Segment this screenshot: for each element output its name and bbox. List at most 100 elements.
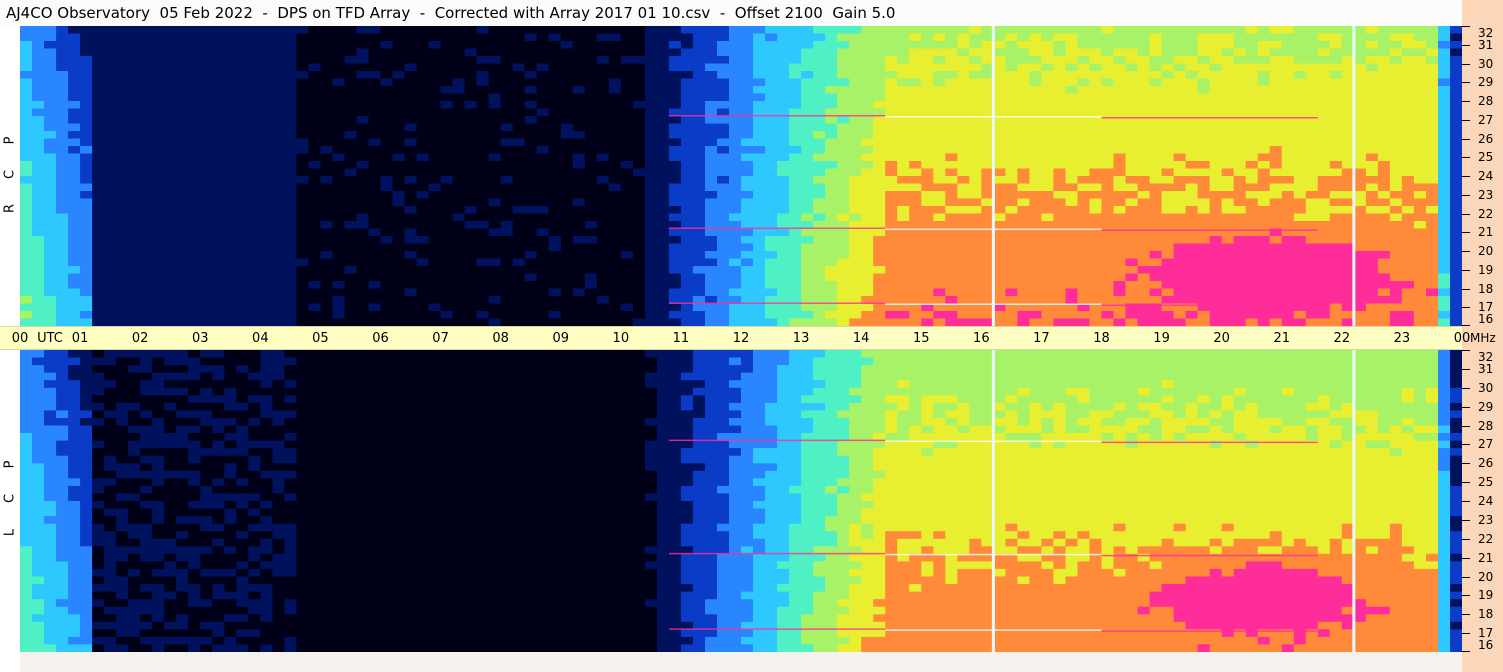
spectrogram-cell bbox=[909, 48, 922, 57]
spectrogram-cell bbox=[1113, 183, 1127, 192]
spectrogram-cell bbox=[921, 48, 934, 57]
spectrogram-cell bbox=[356, 123, 370, 132]
spectrogram-cell bbox=[620, 296, 634, 305]
spectrogram-cell bbox=[993, 236, 1006, 245]
spectrogram-cell bbox=[789, 71, 802, 80]
utc-tick-label: 19 bbox=[1153, 331, 1170, 346]
spectrogram-cell bbox=[296, 213, 309, 222]
spectrogram-cell bbox=[1233, 101, 1247, 110]
spectrogram-cell bbox=[1269, 78, 1283, 87]
spectrogram-cell bbox=[1125, 131, 1139, 140]
spectrogram-cell bbox=[1413, 288, 1427, 297]
spectrogram-cell bbox=[620, 243, 634, 252]
spectrogram-cell bbox=[92, 206, 105, 215]
spectrogram-cell bbox=[500, 303, 514, 312]
spectrogram-cell bbox=[560, 41, 574, 50]
spectrogram-cell bbox=[44, 576, 57, 585]
spectrogram-cell bbox=[945, 26, 958, 35]
spectrogram-cell bbox=[512, 318, 526, 326]
spectrogram-cell bbox=[1281, 138, 1295, 147]
spectrogram-cell bbox=[692, 258, 706, 267]
spectrogram-cell bbox=[20, 138, 33, 147]
spectrogram-cell bbox=[1293, 146, 1307, 155]
spectrogram-cell bbox=[692, 251, 706, 260]
spectrogram-cell bbox=[296, 266, 309, 275]
spectrogram-cell bbox=[957, 71, 970, 80]
spectrogram-cell bbox=[1077, 243, 1091, 252]
spectrogram-cell bbox=[356, 281, 370, 290]
spectrogram-cell bbox=[284, 318, 297, 326]
spectrogram-cell bbox=[1413, 228, 1427, 237]
spectrogram-cell bbox=[20, 485, 33, 495]
spectrogram-cell bbox=[849, 183, 862, 192]
spectrogram-cell bbox=[392, 131, 406, 140]
spectrogram-cell bbox=[404, 63, 418, 72]
spectrogram-cell bbox=[789, 206, 802, 215]
spectrogram-cell bbox=[20, 418, 33, 427]
spectrogram-cell bbox=[717, 243, 730, 252]
spectrogram-cell bbox=[1401, 123, 1415, 132]
spectrogram-cell bbox=[1233, 281, 1247, 290]
spectrogram-cell bbox=[56, 440, 69, 449]
spectrogram-cell bbox=[1029, 93, 1042, 102]
spectrogram-cell bbox=[885, 243, 898, 252]
spectrogram-cell bbox=[1149, 71, 1163, 80]
spectrogram-cell bbox=[128, 228, 141, 237]
spectrogram-cell bbox=[284, 191, 297, 200]
spectrogram-cell bbox=[116, 48, 129, 57]
spectrogram-cell bbox=[933, 296, 946, 305]
spectrogram-cell bbox=[368, 236, 382, 245]
spectrogram-cell bbox=[861, 311, 874, 320]
spectrogram-cell bbox=[789, 236, 802, 245]
spectrogram-cell bbox=[957, 78, 970, 87]
spectrogram-cell bbox=[777, 93, 790, 102]
spectrogram-cell bbox=[620, 281, 634, 290]
spectrogram-cell bbox=[1029, 176, 1042, 185]
spectrogram-cell bbox=[188, 153, 201, 162]
spectrogram-cell bbox=[1389, 86, 1403, 95]
spectrogram-cell bbox=[152, 56, 165, 65]
spectrogram-cell bbox=[1149, 33, 1163, 42]
spectrogram-cell bbox=[1426, 311, 1439, 320]
spectrogram-cell bbox=[32, 584, 45, 593]
spectrogram-cell bbox=[1245, 288, 1259, 297]
spectrogram-cell bbox=[260, 138, 273, 147]
spectrogram-cell bbox=[200, 258, 213, 267]
spectrogram-cell bbox=[164, 71, 177, 80]
spectrogram-cell bbox=[729, 243, 742, 252]
spectrogram-cell bbox=[957, 176, 970, 185]
spectrogram-cell bbox=[1293, 251, 1307, 260]
spectrogram-cell bbox=[620, 318, 634, 326]
spectrogram-cell bbox=[1377, 56, 1391, 65]
spectrogram-cell bbox=[440, 146, 454, 155]
spectrogram-cell bbox=[969, 93, 982, 102]
spectrogram-cell bbox=[80, 63, 93, 72]
spectrogram-cell bbox=[584, 191, 598, 200]
spectrogram-cell bbox=[1269, 206, 1283, 215]
spectrogram-cell bbox=[1005, 176, 1018, 185]
spectrogram-cell bbox=[392, 266, 406, 275]
spectrogram-cell bbox=[1149, 26, 1163, 35]
spectrogram-cell bbox=[1161, 146, 1175, 155]
spectrogram-cell bbox=[92, 273, 105, 282]
spectrogram-cell bbox=[380, 198, 394, 207]
spectrogram-cell bbox=[717, 33, 730, 42]
spectrogram-cell bbox=[152, 176, 165, 185]
spectrogram-cell bbox=[32, 63, 45, 72]
spectrogram-cell bbox=[1221, 258, 1235, 267]
spectrogram-cell bbox=[1293, 153, 1307, 162]
spectrogram-cell bbox=[1065, 288, 1079, 297]
spectrogram-cell bbox=[1065, 78, 1079, 87]
spectrogram-cell bbox=[20, 191, 33, 200]
spectrogram-cell bbox=[620, 93, 634, 102]
spectrogram-cell bbox=[476, 78, 490, 87]
spectrogram-cell bbox=[993, 146, 1006, 155]
spectrogram-cell bbox=[921, 131, 934, 140]
spectrogram-cell bbox=[1209, 108, 1223, 117]
spectrogram-cell bbox=[548, 108, 562, 117]
spectrogram-cell bbox=[620, 311, 634, 320]
spectrogram-cell bbox=[741, 288, 754, 297]
spectrogram-cell bbox=[464, 161, 478, 170]
spectrogram-cell bbox=[152, 71, 165, 80]
spectrogram-cell bbox=[753, 176, 766, 185]
